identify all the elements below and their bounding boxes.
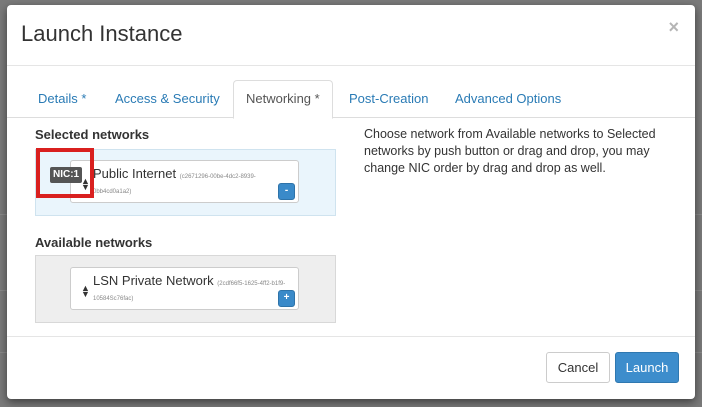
close-icon[interactable]: ×: [668, 17, 679, 38]
network-name: LSN Private Network (2cdf66f5-1625-4ff2-…: [93, 273, 286, 288]
launch-button[interactable]: Launch: [615, 352, 679, 383]
modal-header: Launch Instance ×: [7, 5, 695, 66]
launch-instance-modal: Launch Instance × Details * Access & Sec…: [7, 5, 695, 399]
remove-network-button[interactable]: -: [278, 183, 295, 200]
cancel-button[interactable]: Cancel: [546, 352, 610, 383]
network-id-continued: 10584Sc76fac): [93, 296, 134, 302]
tab-bar: Details * Access & Security Networking *…: [7, 80, 695, 119]
selected-network-item[interactable]: ▲ ▼ Public Internet (c2671296-00be-4dc2-8…: [70, 160, 299, 203]
tab-networking[interactable]: Networking *: [233, 80, 333, 119]
available-networks-heading: Available networks: [35, 235, 153, 250]
annotation-highlight-box: [36, 148, 94, 198]
available-network-item[interactable]: ▲ ▼ LSN Private Network (2cdf66f5-1625-4f…: [70, 267, 299, 310]
network-id: (2cdf66f5-1625-4ff2-b1f9-: [217, 281, 286, 287]
tab-post-creation[interactable]: Post-Creation: [336, 80, 441, 118]
add-network-button[interactable]: +: [278, 290, 295, 307]
network-id-continued: 0bb4cd0a1a2): [93, 189, 132, 195]
tab-details[interactable]: Details *: [25, 80, 99, 118]
network-name: Public Internet (c2671296-00be-4dc2-8939…: [93, 166, 256, 181]
selected-networks-heading: Selected networks: [35, 127, 150, 142]
network-id: (c2671296-00be-4dc2-8939-: [179, 174, 256, 180]
networking-help-text: Choose network from Available networks t…: [364, 127, 656, 175]
modal-footer: Cancel Launch: [7, 336, 695, 399]
modal-title: Launch Instance: [21, 21, 183, 46]
drag-handle-icon[interactable]: ▲ ▼: [81, 284, 90, 299]
tab-advanced-options[interactable]: Advanced Options: [442, 80, 574, 118]
tab-access-security[interactable]: Access & Security: [102, 80, 233, 118]
